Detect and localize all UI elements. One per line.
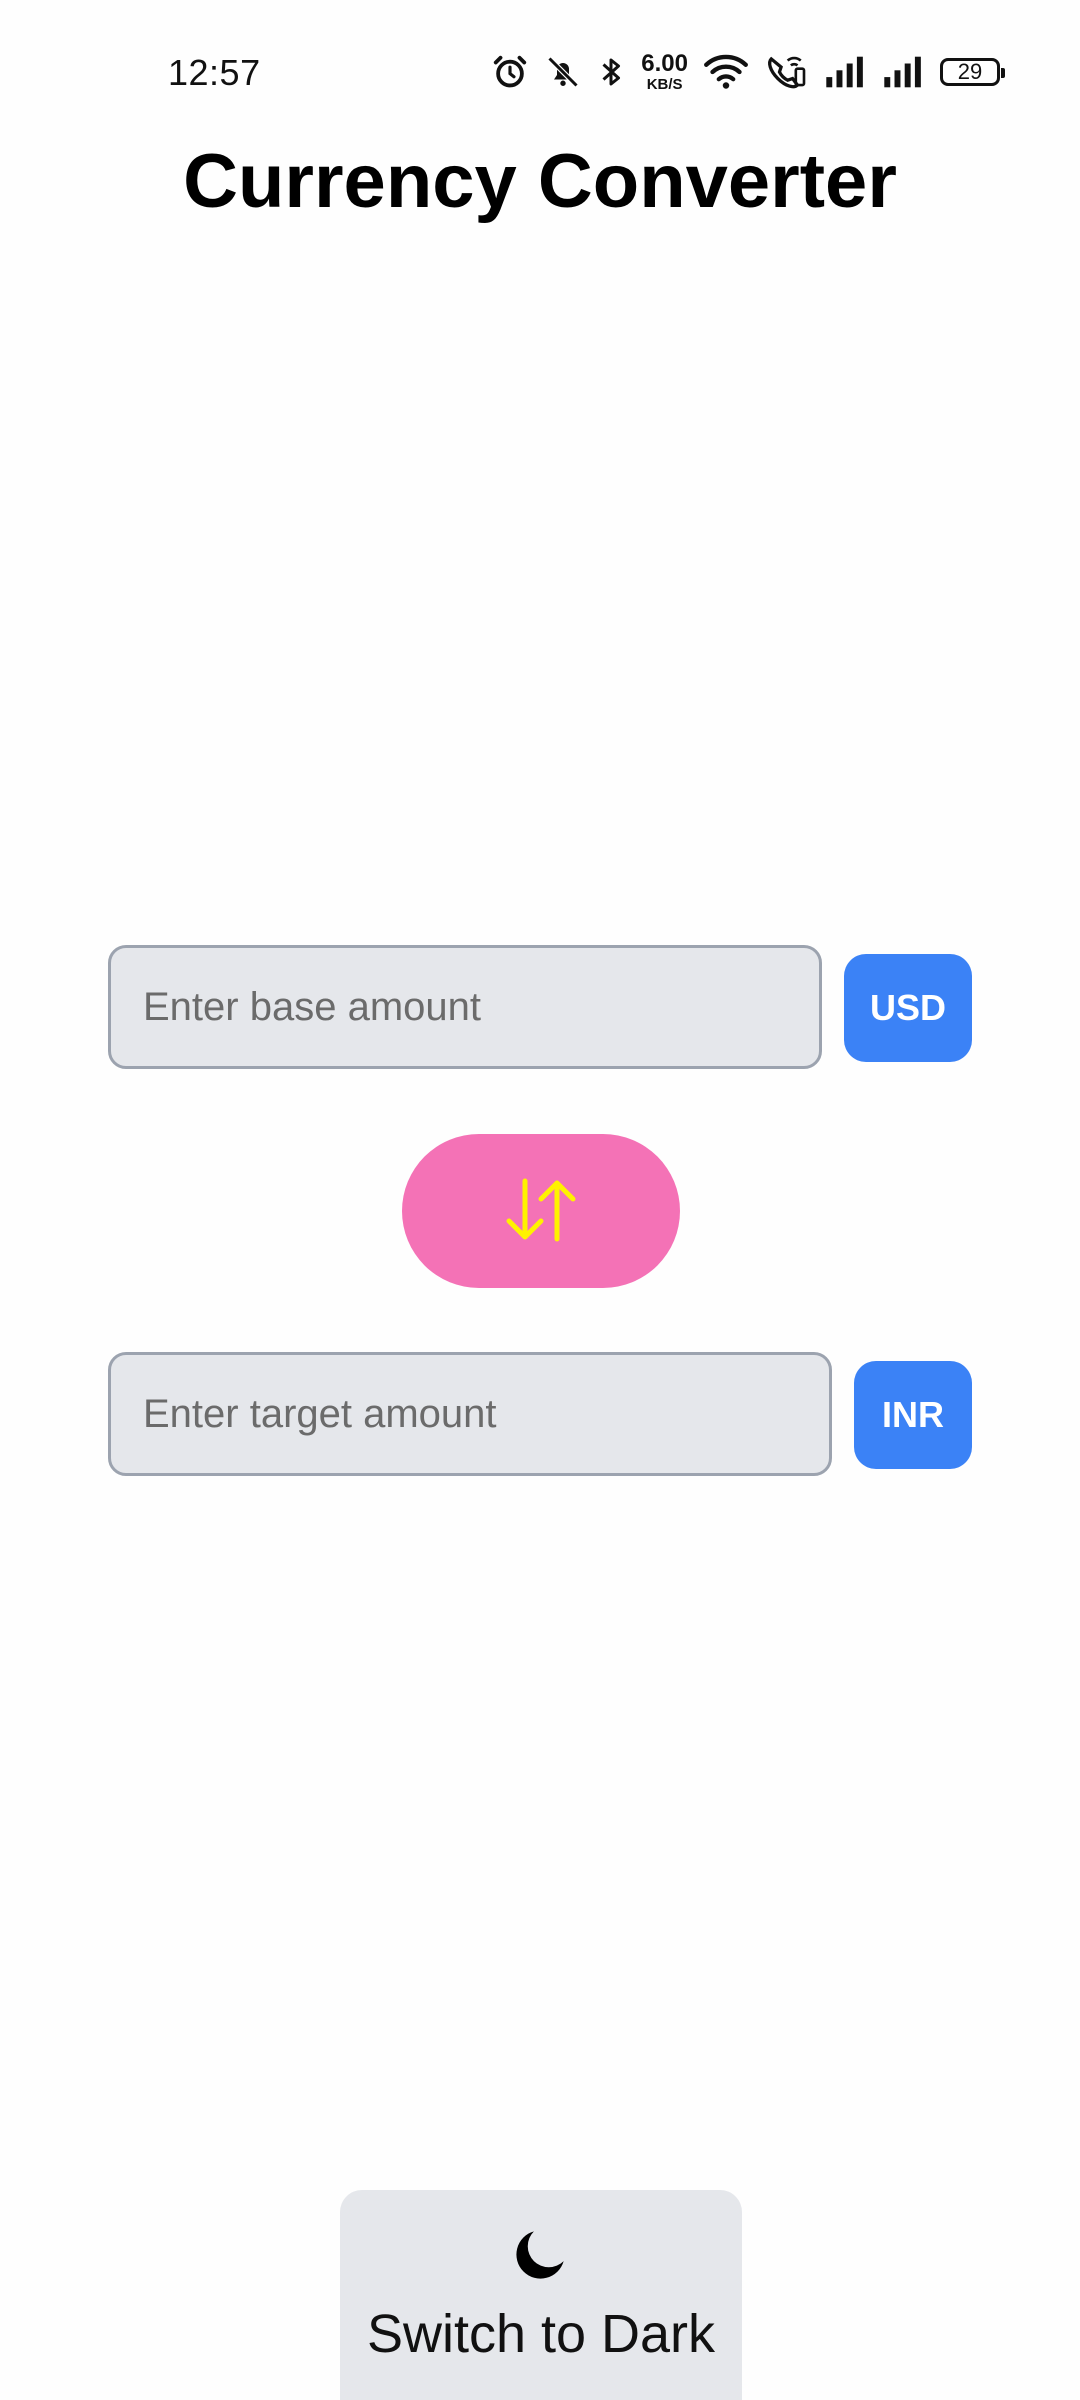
battery-indicator: 29 [940,58,1005,86]
signal-icon [824,55,866,89]
alarm-icon [491,53,529,91]
target-currency-button[interactable]: INR [854,1361,972,1469]
base-currency-button[interactable]: USD [844,954,972,1062]
battery-level: 29 [957,59,983,84]
mute-icon [545,54,581,90]
signal-icon [882,55,924,89]
theme-toggle-label: Switch to Dark [366,2304,716,2364]
theme-toggle-button[interactable]: Switch to Dark [340,2190,742,2400]
status-icons: 6.00 KB/S 29 [491,48,1005,96]
status-bar: 12:57 6.00 KB/S 29 [0,0,1080,145]
target-amount-input[interactable] [108,1352,832,1476]
wifi-calling-icon [764,54,808,90]
network-speed-value: 6.00 [641,50,688,77]
app-screen: 12:57 6.00 KB/S 29 Currency Converter En… [0,0,1080,2400]
network-speed: 6.00 KB/S [641,50,688,93]
status-time: 12:57 [168,52,261,93]
base-amount-input[interactable] [108,945,822,1069]
wifi-icon [704,54,748,90]
network-speed-unit: KB/S [646,76,683,93]
bluetooth-icon [597,54,625,90]
page-title: Currency Converter [183,139,897,224]
swap-vertical-icon [499,1175,583,1248]
moon-icon [507,2220,575,2293]
swap-currencies-button[interactable] [402,1134,680,1288]
